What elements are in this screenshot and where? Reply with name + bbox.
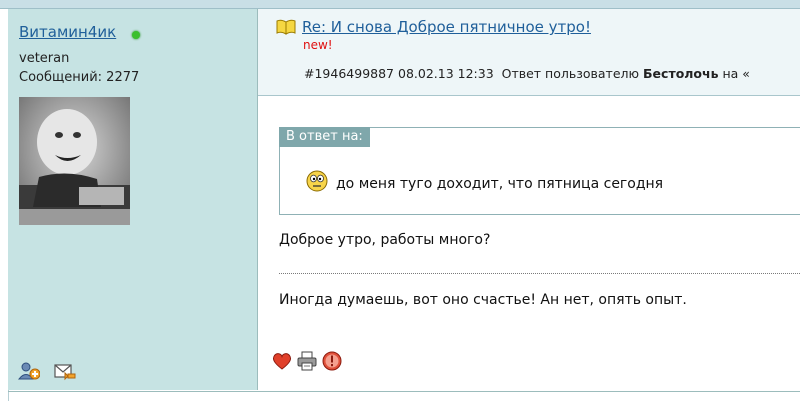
printer-icon[interactable] [296,350,318,372]
smiley-icon [306,170,328,192]
bottom-border [8,391,800,392]
author-username-link[interactable]: Витамин4ик [19,23,116,41]
private-message-icon[interactable] [54,361,76,381]
reply-to-user[interactable]: Бестолочь [643,66,718,81]
new-badge: new! [303,38,333,52]
quote-text: до меня туго доходит, что пятница сегодн… [336,176,664,192]
post-title-link[interactable]: Re: И снова Доброе пятничное утро! [302,18,591,36]
post-id[interactable]: #1946499887 [304,66,394,81]
post-datetime: 08.02.13 12:33 [398,66,494,81]
quote-label: В ответ на: [279,127,370,147]
author-sidebar: Витамин4ик veteran Сообщений: 2277 [8,9,258,390]
author-avatar[interactable] [19,97,130,225]
author-rank: veteran [19,51,70,66]
signature-separator [279,273,800,274]
posts-count: 2277 [106,70,140,85]
warning-icon[interactable] [321,350,343,372]
reply-to-label: Ответ пользователю [501,66,640,81]
book-icon [276,19,296,35]
author-actions [18,361,76,381]
post-meta: #1946499887 08.02.13 12:33 Ответ пользов… [304,66,800,81]
posts-label: Сообщений: [19,70,103,85]
add-friend-icon[interactable] [18,361,40,381]
reply-to-suffix: на « [722,66,750,81]
post-body-line-1: Доброе утро, работы много? [279,232,491,248]
online-status-icon [132,31,140,39]
top-strip [0,0,800,9]
heart-icon[interactable] [271,350,293,372]
author-post-count: Сообщений: 2277 [19,70,139,85]
post-actions [271,350,343,372]
post-signature-text: Иногда думаешь, вот оно счастье! Ан нет,… [279,292,687,308]
